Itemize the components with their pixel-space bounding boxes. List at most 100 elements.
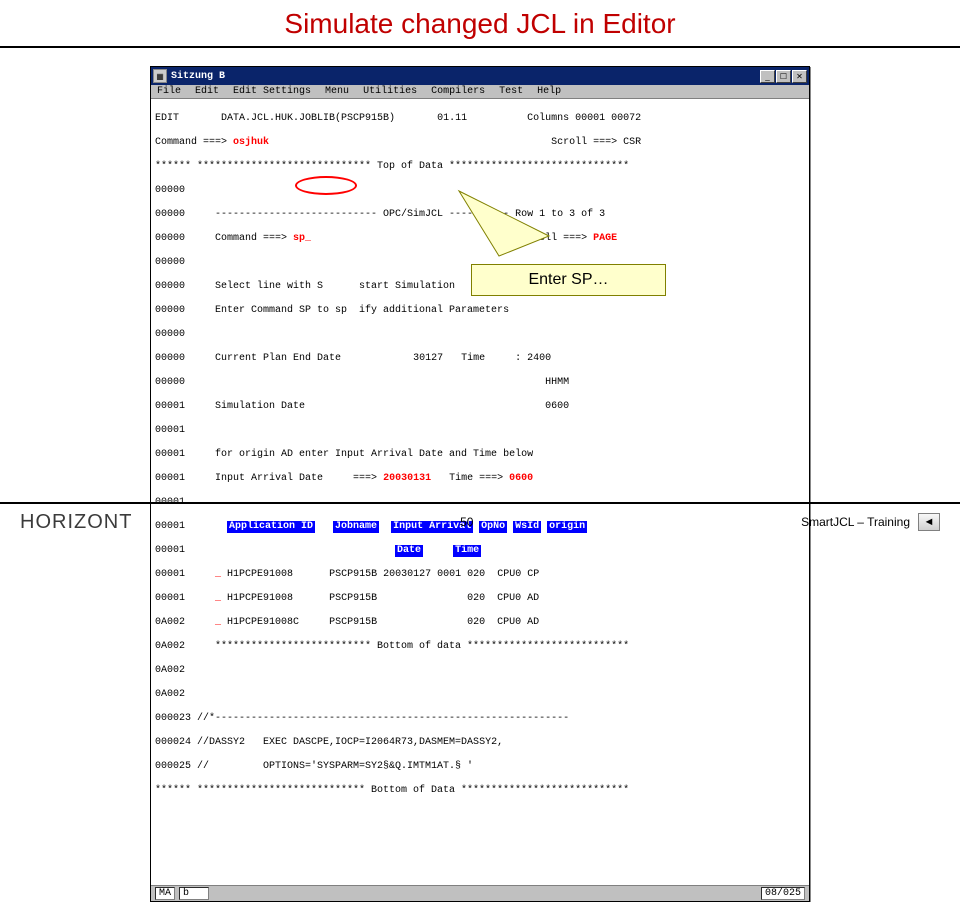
- window-titlebar[interactable]: ▦ Sitzung B _ ☐ ✕: [151, 67, 809, 85]
- sim-time: 0600: [545, 401, 569, 413]
- row-op: 020: [467, 593, 485, 605]
- line-number: 00000: [155, 257, 203, 269]
- callout-box: Enter SP…: [471, 264, 666, 296]
- sim-label: Simulation Date: [215, 401, 305, 413]
- row-time: 0001: [437, 569, 461, 581]
- editor-mode: EDIT: [155, 113, 179, 125]
- status-b: b: [179, 887, 209, 900]
- scroll-value[interactable]: CSR: [623, 137, 641, 149]
- line-number: 00000: [155, 353, 203, 365]
- status-ma: MA: [155, 887, 175, 900]
- line-number: 00001: [155, 569, 203, 581]
- cp-date: 30127: [401, 353, 443, 365]
- menu-file[interactable]: File: [157, 86, 181, 97]
- th-time: Time: [453, 545, 481, 557]
- footer-page-number: 50: [132, 515, 801, 529]
- editor-pos: 01.11: [437, 113, 467, 125]
- editor-cols: Columns 00001 00072: [527, 113, 641, 125]
- line-number: 0A002: [155, 689, 203, 701]
- line-number: 0A002: [155, 665, 203, 677]
- status-cursor: 08/025: [761, 887, 805, 900]
- prev-slide-button[interactable]: ◄: [918, 513, 940, 531]
- row-job: PSCP915B: [329, 617, 377, 629]
- panel-cmd-input[interactable]: sp_: [293, 233, 311, 245]
- row-job: PSCP915B: [329, 593, 377, 605]
- panel-cmd-label: Command ===>: [215, 233, 287, 245]
- row-app: H1PCPE91008: [227, 569, 293, 581]
- th-date: Date: [395, 545, 423, 557]
- row-app: H1PCPE91008C: [227, 617, 299, 629]
- maximize-button[interactable]: ☐: [776, 70, 791, 83]
- terminal-body[interactable]: EDIT DATA.JCL.HUK.JOBLIB(PSCP915B) 01.11…: [151, 99, 809, 885]
- command-input[interactable]: osjhuk: [233, 137, 269, 149]
- line-number: 00000: [155, 305, 203, 317]
- cp-time: 2400: [527, 353, 551, 365]
- row-org: CP: [527, 569, 539, 581]
- row-org: AD: [527, 593, 539, 605]
- footer-product: SmartJCL – Training: [801, 515, 910, 529]
- slide-title: Simulate changed JCL in Editor: [0, 0, 960, 46]
- row-ws: CPU0: [497, 593, 521, 605]
- menu-test[interactable]: Test: [499, 86, 523, 97]
- line-number: 00001: [155, 473, 203, 485]
- panel-bottom: ************************** Bottom of dat…: [215, 641, 629, 653]
- panel-instr1: Select line with S start Simulation: [215, 281, 455, 293]
- src-num: 000023: [155, 713, 191, 725]
- row-date: 20030127: [383, 569, 431, 581]
- menu-edit[interactable]: Edit: [195, 86, 219, 97]
- panel-instr2: Enter Command SP to sp ify additional Pa…: [215, 305, 509, 317]
- line-number: 00000: [155, 377, 203, 389]
- iad-time[interactable]: 0600: [509, 473, 533, 485]
- menubar: File Edit Edit Settings Menu Utilities C…: [151, 85, 809, 99]
- cp-time-label: Time :: [461, 353, 521, 365]
- line-number: 0A002: [155, 617, 203, 629]
- line-number: 00001: [155, 401, 203, 413]
- line-number: 00001: [155, 545, 203, 557]
- title-rule: [0, 46, 960, 48]
- editor-dataset: DATA.JCL.HUK.JOBLIB(PSCP915B): [221, 113, 395, 125]
- iad-date[interactable]: 20030131: [383, 473, 431, 485]
- scroll-label: Scroll ===>: [551, 137, 617, 149]
- origin-instr: for origin AD enter Input Arrival Date a…: [215, 449, 533, 461]
- row-job: PSCP915B: [329, 569, 377, 581]
- line-number: 00001: [155, 593, 203, 605]
- iad-label: Input Arrival Date ===>: [215, 473, 377, 485]
- panel-scroll-value[interactable]: PAGE: [593, 233, 617, 245]
- menu-help[interactable]: Help: [537, 86, 561, 97]
- row-org: AD: [527, 617, 539, 629]
- bottom-of-data: ****** **************************** Bott…: [155, 785, 805, 797]
- menu-edit-settings[interactable]: Edit Settings: [233, 86, 311, 97]
- menu-compilers[interactable]: Compilers: [431, 86, 485, 97]
- command-label: Command ===>: [155, 137, 227, 149]
- iad-time-label: Time ===>: [449, 473, 503, 485]
- line-number: 00000: [155, 281, 203, 293]
- cp-label: Current Plan End Date: [215, 353, 341, 365]
- row-op: 020: [467, 617, 485, 629]
- slide-footer: HORIZONT 50 SmartJCL – Training ◄: [0, 502, 960, 540]
- hhmm-label: HHMM: [545, 377, 569, 389]
- src-text: //*-------------------------------------…: [191, 713, 569, 725]
- close-button[interactable]: ✕: [792, 70, 807, 83]
- line-number: 00000: [155, 185, 203, 197]
- line-number: 00001: [155, 425, 203, 437]
- line-number: 00000: [155, 209, 203, 221]
- src-num: 000024: [155, 737, 191, 749]
- row-ws: CPU0: [497, 617, 521, 629]
- minimize-button[interactable]: _: [760, 70, 775, 83]
- row-app: H1PCPE91008: [227, 593, 293, 605]
- terminal-window: ▦ Sitzung B _ ☐ ✕ File Edit Edit Setting…: [150, 66, 810, 902]
- line-number: 0A002: [155, 641, 203, 653]
- menu-menu[interactable]: Menu: [325, 86, 349, 97]
- menu-utilities[interactable]: Utilities: [363, 86, 417, 97]
- window-title: Sitzung B: [171, 71, 760, 82]
- footer-brand: HORIZONT: [20, 511, 132, 534]
- statusbar: MA b 08/025: [151, 885, 809, 901]
- row-op: 020: [467, 569, 485, 581]
- src-num: 000025: [155, 761, 191, 773]
- app-icon: ▦: [153, 69, 167, 83]
- top-of-data: ****** ***************************** Top…: [155, 161, 805, 173]
- line-number: 00000: [155, 233, 203, 245]
- src-text: //DASSY2 EXEC DASCPE,IOCP=I2064R73,DASME…: [191, 737, 503, 749]
- src-text: // OPTIONS='SYSPARM=SY2§&Q.IMTM1AT.§ ': [191, 761, 473, 773]
- callout-text: Enter SP…: [528, 274, 608, 286]
